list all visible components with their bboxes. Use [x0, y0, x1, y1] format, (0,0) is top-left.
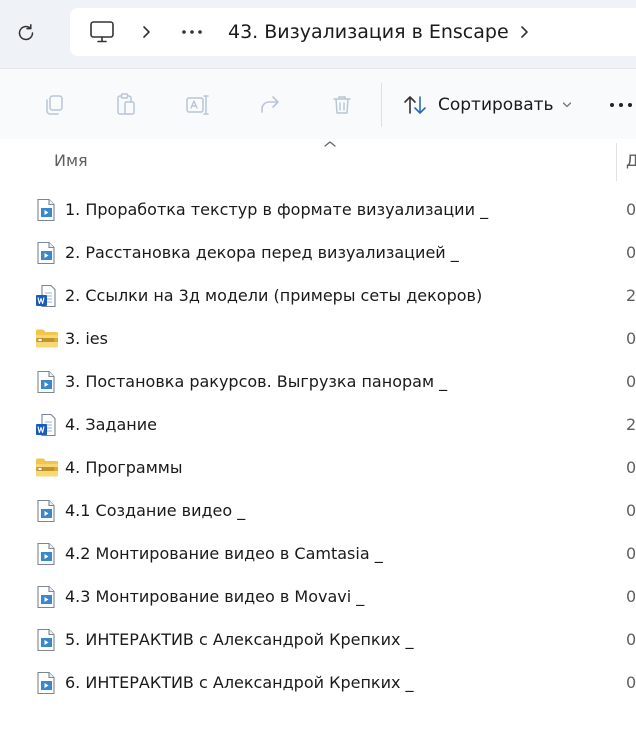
- address-bar: 43. Визуализация в Enscape: [0, 0, 636, 68]
- file-row[interactable]: 2. Ссылки на 3д модели (примеры сеты дек…: [0, 274, 636, 317]
- breadcrumb-pc[interactable]: [88, 19, 116, 45]
- paste-button[interactable]: [110, 89, 142, 121]
- file-date: 2: [626, 415, 636, 434]
- video-file-icon: [35, 542, 57, 566]
- file-name: 4.1 Создание видео _: [65, 501, 246, 520]
- video-file-icon: [35, 628, 57, 652]
- copy-icon: [46, 95, 63, 115]
- zip-folder-icon: [35, 456, 58, 480]
- sort-button[interactable]: Сортировать: [402, 89, 572, 121]
- file-row[interactable]: 4.1 Создание видео _ 0: [0, 489, 636, 532]
- file-date: 0: [626, 200, 636, 219]
- file-date: 0: [626, 458, 636, 477]
- file-date: 0: [626, 673, 636, 692]
- word-document-icon: [35, 413, 57, 437]
- chevron-right-icon: [143, 26, 150, 38]
- monitor-icon: [90, 21, 114, 43]
- column-date-header[interactable]: Д: [626, 151, 636, 170]
- file-date: 0: [626, 501, 636, 520]
- see-more-button[interactable]: [608, 89, 636, 121]
- file-name: 3. ies: [65, 329, 108, 348]
- file-name: 2. Расстановка декора перед визуализацие…: [65, 243, 459, 262]
- file-name: 5. ИНТЕРАКТИВ с Александрой Крепких _: [65, 630, 414, 649]
- file-row[interactable]: 4.3 Монтирование видео в Movavi _ 0: [0, 575, 636, 618]
- toolbar-separator: [381, 83, 382, 127]
- word-document-icon: [35, 284, 57, 308]
- sort-ascending-icon: [324, 141, 336, 147]
- file-name: 4.3 Монтирование видео в Movavi _: [65, 587, 365, 606]
- file-row[interactable]: 4.2 Монтирование видео в Camtasia _ 0: [0, 532, 636, 575]
- breadcrumb-more-button[interactable]: [178, 20, 206, 44]
- chevron-down-icon: [562, 101, 572, 109]
- breadcrumb-chevron-2[interactable]: [514, 22, 534, 42]
- refresh-button[interactable]: [10, 17, 42, 49]
- video-file-icon: [35, 499, 57, 523]
- file-row[interactable]: 6. ИНТЕРАКТИВ с Александрой Крепких _ 0: [0, 661, 636, 704]
- sort-arrows-icon: [404, 96, 426, 114]
- rename-button[interactable]: [182, 89, 214, 121]
- delete-button[interactable]: [326, 89, 358, 121]
- ellipsis-icon: [610, 103, 632, 107]
- file-date: 2: [626, 286, 636, 305]
- breadcrumb-current-folder[interactable]: 43. Визуализация в Enscape: [228, 20, 509, 44]
- file-name: 6. ИНТЕРАКТИВ с Александрой Крепких _: [65, 673, 414, 692]
- file-date: 0: [626, 329, 636, 348]
- breadcrumb[interactable]: 43. Визуализация в Enscape: [70, 8, 636, 56]
- chevron-right-icon: [521, 26, 528, 38]
- command-bar: Сортировать: [0, 68, 636, 140]
- file-row[interactable]: 3. ies 0: [0, 317, 636, 360]
- ellipsis-icon: [182, 30, 202, 34]
- video-file-icon: [35, 370, 57, 394]
- share-icon: [261, 96, 279, 113]
- video-file-icon: [35, 198, 57, 222]
- column-header: Имя Д: [0, 139, 636, 181]
- sort-button-label: Сортировать: [438, 95, 554, 115]
- file-explorer-window: 43. Визуализация в Enscape Сортировать И…: [0, 0, 636, 733]
- file-row[interactable]: 3. Постановка ракурсов. Выгрузка панорам…: [0, 360, 636, 403]
- file-name: 4.2 Монтирование видео в Camtasia _: [65, 544, 383, 563]
- share-button[interactable]: [254, 89, 286, 121]
- file-name: 4. Задание: [65, 415, 157, 434]
- copy-button[interactable]: [38, 89, 70, 121]
- breadcrumb-chevron-1[interactable]: [136, 22, 156, 42]
- file-row[interactable]: 4. Задание 2: [0, 403, 636, 446]
- paste-icon: [117, 93, 135, 115]
- file-row[interactable]: 1. Проработка текстур в формате визуализ…: [0, 188, 636, 231]
- column-divider[interactable]: [616, 143, 617, 181]
- file-list: 1. Проработка текстур в формате визуализ…: [0, 188, 636, 704]
- file-date: 0: [626, 544, 636, 563]
- file-name: 1. Проработка текстур в формате визуализ…: [65, 200, 489, 219]
- video-file-icon: [35, 671, 57, 695]
- refresh-icon: [18, 24, 34, 41]
- file-name: 3. Постановка ракурсов. Выгрузка панорам…: [65, 372, 448, 391]
- video-file-icon: [35, 585, 57, 609]
- zip-folder-icon: [35, 327, 58, 351]
- trash-icon: [333, 96, 351, 114]
- file-date: 0: [626, 630, 636, 649]
- file-date: 0: [626, 372, 636, 391]
- file-date: 0: [626, 587, 636, 606]
- file-row[interactable]: 4. Программы 0: [0, 446, 636, 489]
- file-row[interactable]: 2. Расстановка декора перед визуализацие…: [0, 231, 636, 274]
- file-name: 2. Ссылки на 3д модели (примеры сеты дек…: [65, 286, 483, 305]
- video-file-icon: [35, 241, 57, 265]
- file-row[interactable]: 5. ИНТЕРАКТИВ с Александрой Крепких _ 0: [0, 618, 636, 661]
- file-date: 0: [626, 243, 636, 262]
- file-name: 4. Программы: [65, 458, 183, 477]
- column-name-header[interactable]: Имя: [54, 151, 88, 170]
- rename-icon: [186, 95, 209, 115]
